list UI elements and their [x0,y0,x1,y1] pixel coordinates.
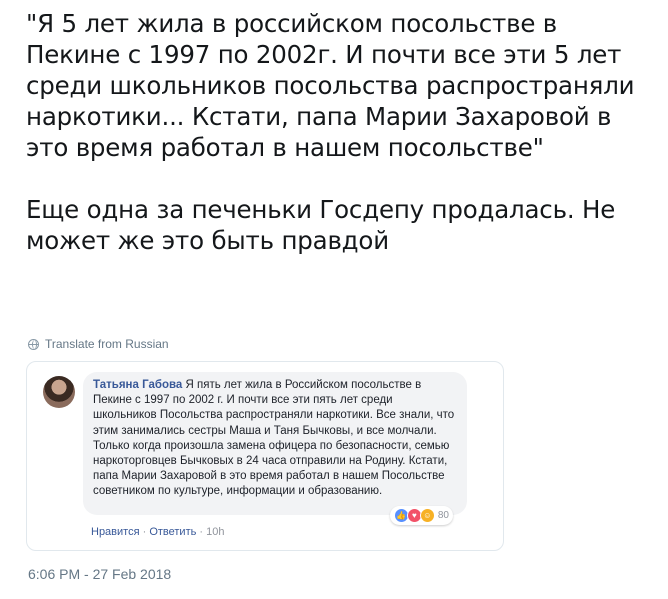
comment-text: Татьяна Габова Я пять лет жила в Российс… [93,378,458,500]
embedded-screenshot[interactable]: Татьяна Габова Я пять лет жила в Российс… [26,361,504,551]
action-separator: · [139,526,150,538]
tweet-timestamp[interactable]: 6:06 PM - 27 Feb 2018 [28,566,171,582]
translate-label: Translate from Russian [45,337,169,351]
globe-icon [28,338,39,350]
reply-button[interactable]: Ответить [149,526,196,538]
tweet-text: "Я 5 лет жила в российском посольстве в … [26,9,635,255]
comment-body: Я пять лет жила в Российском посольстве … [93,379,455,498]
haha-icon: ☺ [419,508,435,523]
translate-link[interactable]: Translate from Russian [28,337,169,351]
comment-time: 10h [206,526,225,538]
comment-actions: Нравится · Ответить · 10h [91,526,225,538]
like-button[interactable]: Нравится [91,526,140,538]
comment-author[interactable]: Татьяна Габова [93,379,182,391]
avatar [43,376,75,408]
reactions-summary[interactable]: 👍 ♥ ☺ 80 [389,506,453,525]
action-separator: · [196,526,207,538]
reaction-count: 80 [437,510,449,521]
comment-bubble: Татьяна Габова Я пять лет жила в Российс… [83,372,467,525]
